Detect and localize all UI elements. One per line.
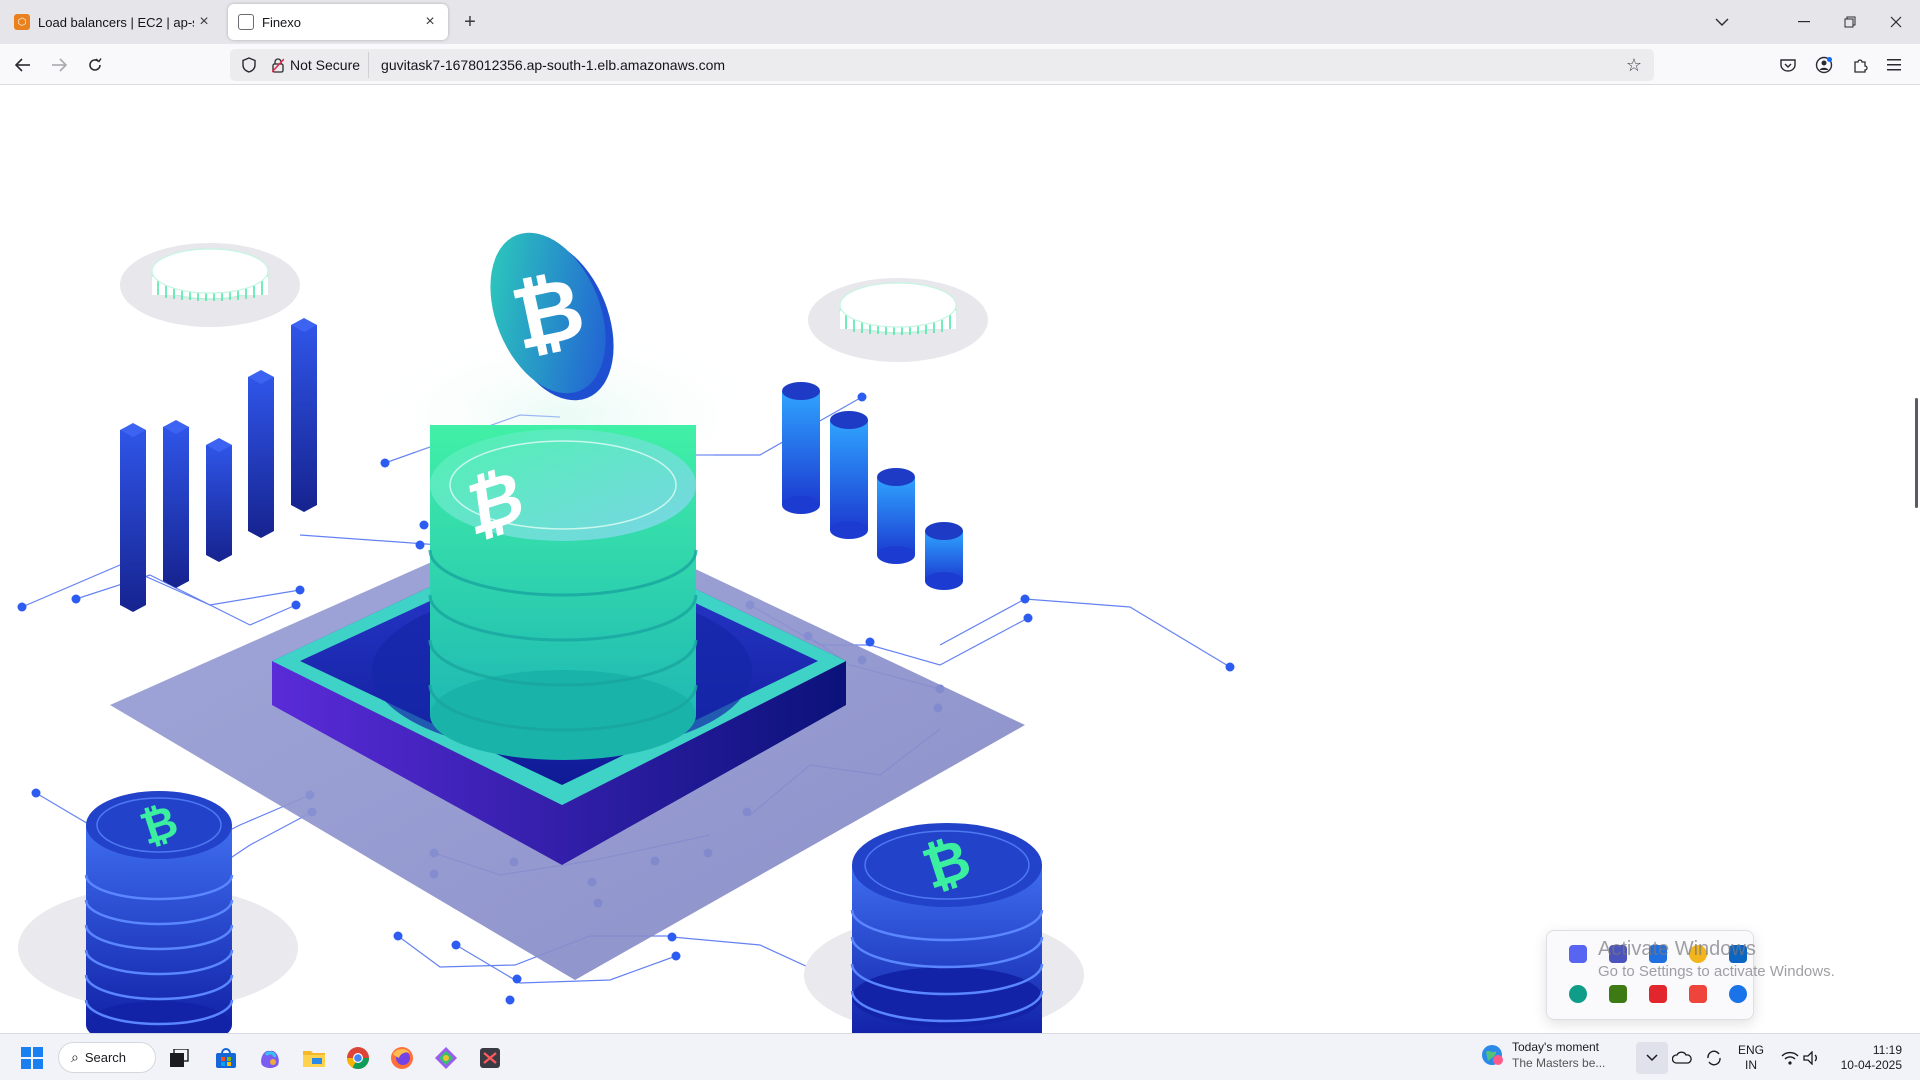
svg-text:₿: ₿ (463, 453, 529, 552)
reload-button[interactable] (80, 50, 110, 80)
activate-title: Activate Windows (1598, 938, 1756, 960)
not-secure-label: Not Secure (290, 57, 361, 73)
chrome-icon[interactable] (342, 1042, 374, 1074)
pocket-icon[interactable] (1776, 53, 1800, 77)
discord-icon[interactable] (1569, 945, 1587, 963)
news-subtitle: The Masters be... (1512, 1056, 1606, 1070)
region-code: IN (1745, 1058, 1757, 1072)
list-all-tabs-icon[interactable] (1702, 8, 1742, 36)
tab-load-balancers[interactable]: ⬡ Load balancers | EC2 | ap-south × (4, 4, 222, 40)
news-title: Today's moment (1512, 1040, 1599, 1054)
clock-date: 10-04-2025 (1840, 1058, 1902, 1072)
navigation-bar: Not Secure guvitask7-1678012356.ap-south… (0, 44, 1920, 85)
bookmark-star-icon[interactable]: ☆ (1626, 55, 1642, 76)
page-favicon-icon (238, 14, 254, 30)
git-tool-icon[interactable] (430, 1042, 462, 1074)
account-icon[interactable] (1812, 53, 1836, 77)
show-hidden-icons-chevron-icon[interactable] (1636, 1042, 1668, 1074)
system-clock[interactable]: 11:19 10-04-2025 (1832, 1043, 1902, 1073)
pdf-icon[interactable] (1649, 985, 1667, 1003)
search-label: Search (84, 1050, 127, 1065)
firefox-icon[interactable] (386, 1042, 418, 1074)
taskbar: ⌕ Search Today's moment The Masters be..… (0, 1033, 1920, 1080)
restore-button[interactable] (1830, 8, 1870, 36)
forward-button[interactable] (44, 50, 74, 80)
taskbar-search[interactable]: ⌕ Search (58, 1042, 156, 1073)
url-text[interactable]: guvitask7-1678012356.ap-south-1.elb.amaz… (381, 57, 725, 73)
scrollbar-thumb[interactable] (1915, 398, 1918, 508)
search-icon: ⌕ (71, 1049, 79, 1065)
right-coin-stack-icon: ₿ (850, 823, 1044, 1033)
extensions-icon[interactable] (1848, 53, 1872, 77)
new-tab-button[interactable]: + (458, 10, 482, 34)
close-window-button[interactable] (1876, 8, 1916, 36)
floating-coin-small-right-icon (808, 278, 988, 362)
floating-coin-small-left-icon (120, 243, 300, 327)
back-button[interactable] (8, 50, 38, 80)
copilot-icon[interactable] (254, 1042, 286, 1074)
central-coin-stack-icon: ₿ (428, 425, 698, 760)
language-indicator[interactable]: ENG IN (1738, 1043, 1764, 1073)
aws-favicon-icon: ⬡ (14, 14, 30, 30)
tab-finexo[interactable]: Finexo × (228, 4, 448, 40)
activate-subtitle: Go to Settings to activate Windows. (1598, 963, 1835, 980)
globe-news-icon (1482, 1045, 1503, 1065)
edge-icon[interactable] (1569, 985, 1587, 1003)
task-view-icon[interactable] (164, 1042, 196, 1074)
onedrive-icon[interactable] (1666, 1042, 1698, 1074)
lang-code: ENG (1738, 1043, 1765, 1057)
anydesk-icon[interactable] (1689, 985, 1707, 1003)
volume-icon[interactable] (1796, 1042, 1828, 1074)
file-explorer-icon[interactable] (298, 1042, 330, 1074)
tracking-protection-icon[interactable] (238, 57, 260, 73)
defender-icon[interactable] (1729, 985, 1747, 1003)
minimize-button[interactable] (1784, 8, 1824, 36)
tab-title: Load balancers | EC2 | ap-south (38, 14, 194, 30)
tab-strip: ⬡ Load balancers | EC2 | ap-south × Fine… (0, 0, 1920, 44)
activate-windows-watermark: Activate Windows Go to Settings to activ… (1598, 938, 1835, 980)
tab-title: Finexo (262, 14, 302, 30)
left-coin-stack-icon: ₿ (84, 791, 234, 1033)
microsoft-store-icon[interactable] (210, 1042, 242, 1074)
menu-icon[interactable] (1882, 53, 1906, 77)
snipping-tool-icon[interactable] (474, 1042, 506, 1074)
cylinder-chart-decoration (782, 382, 963, 590)
close-tab-icon[interactable]: × (194, 12, 214, 32)
start-button[interactable] (16, 1042, 48, 1074)
news-widget[interactable]: Today's moment The Masters be... (1480, 1040, 1605, 1070)
bar-chart-decoration (120, 318, 317, 612)
nvidia-icon[interactable] (1609, 985, 1627, 1003)
page-content: ₿ ₿ ₿ ₿ (0, 85, 1920, 1033)
sync-icon[interactable] (1698, 1042, 1730, 1074)
address-bar[interactable]: Not Secure guvitask7-1678012356.ap-south… (230, 49, 1654, 81)
insecure-lock-icon (272, 57, 284, 73)
close-tab-icon[interactable]: × (420, 12, 440, 32)
clock-time: 11:19 (1872, 1043, 1902, 1057)
crypto-hero-illustration: ₿ ₿ ₿ ₿ (17, 232, 1235, 1033)
site-security-indicator[interactable]: Not Secure (266, 52, 370, 78)
